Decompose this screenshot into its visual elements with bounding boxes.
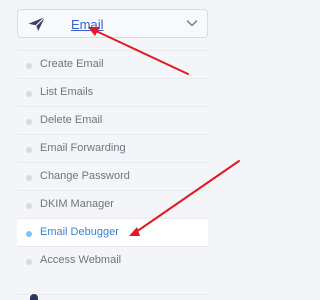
menu-item-label: Access Webmail <box>40 254 122 266</box>
menu-item-label: Delete Email <box>40 114 103 126</box>
menu-item-email-forwarding[interactable]: Email Forwarding <box>17 134 208 162</box>
bottom-divider <box>17 294 208 295</box>
bullet-icon <box>26 231 32 237</box>
bullet-icon <box>26 259 32 265</box>
bullet-icon <box>26 119 32 125</box>
menu-item-label: List Emails <box>40 86 94 98</box>
bullet-icon <box>26 147 32 153</box>
email-menu-title-link[interactable]: Email <box>71 17 104 32</box>
bullet-icon <box>26 91 32 97</box>
menu-item-delete-email[interactable]: Delete Email <box>17 106 208 134</box>
bullet-icon <box>26 175 32 181</box>
menu-item-change-password[interactable]: Change Password <box>17 162 208 190</box>
menu-item-list-emails[interactable]: List Emails <box>17 78 208 106</box>
email-menu-header[interactable]: Email <box>17 9 208 38</box>
menu-item-label: DKIM Manager <box>40 198 114 210</box>
menu-item-email-debugger[interactable]: Email Debugger <box>17 218 208 246</box>
menu-item-label: Create Email <box>40 58 104 70</box>
chevron-down-icon[interactable] <box>186 19 198 28</box>
bullet-icon <box>26 203 32 209</box>
paper-plane-icon <box>28 16 46 31</box>
menu-item-label: Email Debugger <box>40 226 119 238</box>
menu-item-label: Change Password <box>40 170 130 182</box>
menu-item-label: Email Forwarding <box>40 142 126 154</box>
user-icon <box>30 294 38 300</box>
menu-item-access-webmail[interactable]: Access Webmail <box>17 246 208 274</box>
menu-item-create-email[interactable]: Create Email <box>17 50 208 78</box>
menu-item-dkim-manager[interactable]: DKIM Manager <box>17 190 208 218</box>
bullet-icon <box>26 63 32 69</box>
sidebar-email-panel: Email Create Email List Emails Delete Em… <box>0 0 251 300</box>
